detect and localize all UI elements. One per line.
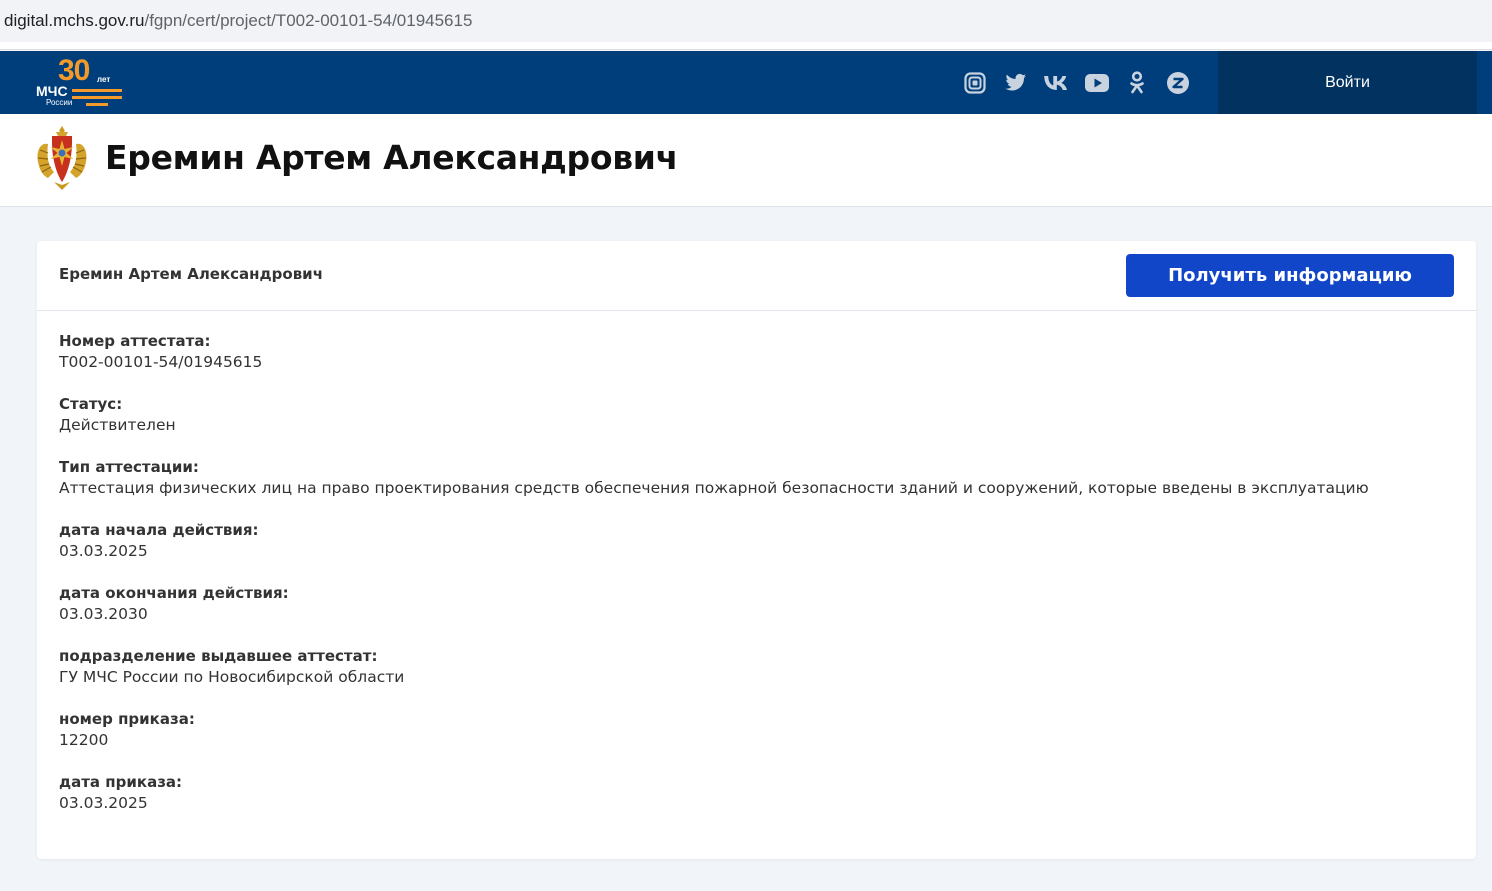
youtube-icon[interactable] [1084,71,1109,95]
field-value: 12200 [59,731,109,749]
field-value: T002-00101-54/01945615 [59,353,263,371]
url-domain: digital.mchs.gov.ru [4,11,145,30]
field-status: Статус: Действителен [59,394,1439,436]
page-title-bar: Еремин Артем Александрович [0,114,1492,207]
field-start-date: дата начала действия: 03.03.2025 [59,520,1439,562]
browser-address-bar[interactable]: digital.mchs.gov.ru/fgpn/cert/project/T0… [0,0,1492,42]
url-path: /fgpn/cert/project/T002-00101-54/0194561… [144,11,473,30]
twitter-icon[interactable] [1004,71,1028,95]
field-label: дата приказа: [59,773,183,791]
logo-org: МЧС [36,83,68,99]
mchs-30-logo[interactable]: 30 лет МЧС России [34,54,126,109]
field-attestation-type: Тип аттестации: Аттестация физических ли… [59,457,1439,499]
url-text[interactable]: digital.mchs.gov.ru/fgpn/cert/project/T0… [4,11,472,31]
field-certificate-number: Номер аттестата: T002-00101-54/01945615 [59,331,1439,373]
field-label: Статус: [59,395,123,413]
logo-suffix: лет [97,75,111,84]
zen-icon[interactable] [1166,71,1190,95]
certificate-card: Еремин Артем Александрович Получить инфо… [37,241,1476,859]
card-header: Еремин Артем Александрович Получить инфо… [37,241,1476,311]
field-label: дата окончания действия: [59,584,289,602]
logo-country: России [46,98,73,107]
odnoklassniki-icon[interactable] [1125,71,1149,95]
field-value: 03.03.2025 [59,542,148,560]
field-end-date: дата окончания действия: 03.03.2030 [59,583,1439,625]
logo-stripe [72,89,122,92]
field-value: ГУ МЧС России по Новосибирской области [59,668,405,686]
field-order-number: номер приказа: 12200 [59,709,1439,751]
field-label: дата начала действия: [59,521,259,539]
field-label: подразделение выдавшее аттестат: [59,647,378,665]
field-value: 03.03.2025 [59,794,148,812]
vk-icon[interactable] [1044,71,1068,95]
get-info-button[interactable]: Получить информацию [1126,254,1454,297]
logo-stripe [72,96,122,99]
social-links [963,71,1206,95]
page-title: Еремин Артем Александрович [105,138,678,177]
field-issuing-division: подразделение выдавшее аттестат: ГУ МЧС … [59,646,1439,688]
rutube-icon[interactable] [963,71,987,95]
person-name: Еремин Артем Александрович [59,265,323,283]
field-order-date: дата приказа: 03.03.2025 [59,772,1439,814]
field-label: номер приказа: [59,710,195,728]
field-value: Действителен [59,416,176,434]
mchs-emblem-icon [34,124,90,194]
browser-separator [0,42,1492,50]
field-value: Аттестация физических лиц на право проек… [59,479,1369,497]
login-button[interactable]: Войти [1218,51,1477,114]
field-label: Номер аттестата: [59,332,211,350]
field-value: 03.03.2030 [59,605,148,623]
logo-stripe [86,103,108,106]
field-label: Тип аттестации: [59,458,199,476]
